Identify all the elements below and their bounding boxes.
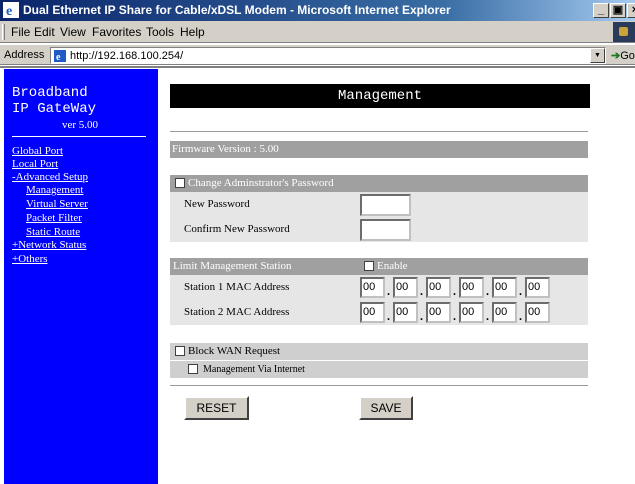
mac-separator: .	[519, 309, 522, 323]
management-via-internet-checkbox[interactable]	[188, 364, 198, 374]
brand-line-2: IP GateWay	[12, 101, 97, 117]
station1-mac-label: Station 1 MAC Address	[184, 281, 290, 293]
menu-favorites[interactable]: Favorites	[92, 25, 141, 39]
go-label: Go	[620, 50, 635, 62]
divider-top	[170, 131, 588, 133]
menu-view[interactable]: View	[60, 25, 86, 39]
station-section-header: Limit Management Station Enable	[170, 258, 588, 275]
brand-version: ver 5.00	[62, 119, 99, 131]
page-title: Management	[170, 84, 590, 108]
mac-separator: .	[453, 309, 456, 323]
change-password-checkbox[interactable]	[175, 178, 185, 188]
address-bar: Address e http://192.168.100.254/ ▼ ➔Go	[0, 44, 635, 65]
content-border	[0, 66, 635, 68]
sidebar-item-virtual-server[interactable]: Virtual Server	[26, 198, 88, 210]
management-via-internet-row: Management Via Internet	[170, 361, 588, 378]
station2-mac-octet-2[interactable]: 00	[393, 302, 418, 323]
station1-mac-octet-2[interactable]: 00	[393, 277, 418, 298]
station2-mac-octet-6[interactable]: 00	[525, 302, 550, 323]
windows-logo-icon	[613, 22, 635, 42]
sidebar-item-packet-filter[interactable]: Packet Filter	[26, 212, 82, 224]
toolbar-grip[interactable]	[2, 24, 5, 40]
confirm-password-input[interactable]	[360, 219, 411, 241]
go-button[interactable]: ➔Go	[611, 49, 635, 62]
firmware-version: Firmware Version : 5.00	[170, 141, 588, 158]
sidebar-item-network-status[interactable]: +Network Status	[12, 239, 86, 251]
station2-mac-octet-3[interactable]: 00	[426, 302, 451, 323]
enable-label: Enable	[377, 260, 408, 272]
block-wan-row: Block WAN Request	[170, 343, 588, 360]
station1-mac-octet-5[interactable]: 00	[492, 277, 517, 298]
enable-checkbox[interactable]	[364, 261, 374, 271]
management-via-internet-label: Management Via Internet	[203, 364, 305, 375]
sidebar: Broadband IP GateWay ver 5.00 Global Por…	[4, 69, 158, 484]
mac-separator: .	[453, 284, 456, 298]
station1-mac-octet-3[interactable]: 00	[426, 277, 451, 298]
station1-mac-octet-1[interactable]: 00	[360, 277, 385, 298]
station1-mac-row: Station 1 MAC Address 00 . 00 . 00 . 00 …	[170, 275, 588, 300]
svg-text:e: e	[56, 52, 61, 62]
station2-mac-octet-4[interactable]: 00	[459, 302, 484, 323]
limit-station-label: Limit Management Station	[173, 260, 292, 272]
sidebar-item-management[interactable]: Management	[26, 184, 83, 196]
block-wan-label: Block WAN Request	[188, 345, 281, 357]
new-password-label: New Password	[184, 198, 250, 210]
maximize-button[interactable]: ▣	[610, 3, 626, 18]
sidebar-item-advanced-setup[interactable]: -Advanced Setup	[12, 171, 88, 183]
address-url: http://192.168.100.254/	[70, 50, 184, 62]
divider-bottom	[170, 385, 588, 387]
sidebar-item-others[interactable]: +Others	[12, 253, 48, 265]
internet-explorer-icon: e	[3, 2, 19, 18]
new-password-row: New Password	[170, 192, 588, 217]
address-input[interactable]: e http://192.168.100.254/ ▼	[50, 47, 606, 64]
new-password-input[interactable]	[360, 194, 411, 216]
page-icon: e	[54, 50, 66, 62]
station2-mac-octet-1[interactable]: 00	[360, 302, 385, 323]
brand-line-1: Broadband	[12, 85, 88, 101]
mac-separator: .	[387, 284, 390, 298]
sidebar-item-static-route[interactable]: Static Route	[26, 226, 80, 238]
menu-bar: File Edit View Favorites Tools Help	[0, 21, 635, 43]
password-section-header: Change Adminstrator's Password	[170, 175, 588, 192]
close-button[interactable]: ×	[627, 3, 635, 18]
svg-text:e: e	[6, 4, 12, 18]
minimize-button[interactable]: _	[593, 3, 609, 18]
title-bar: e Dual Ethernet IP Share for Cable/xDSL …	[0, 0, 635, 21]
mac-separator: .	[486, 284, 489, 298]
sidebar-item-local-port[interactable]: Local Port	[12, 158, 58, 170]
station1-mac-octet-4[interactable]: 00	[459, 277, 484, 298]
mac-separator: .	[420, 284, 423, 298]
address-dropdown-button[interactable]: ▼	[590, 48, 605, 63]
sidebar-item-global-port[interactable]: Global Port	[12, 145, 63, 157]
address-label: Address	[4, 49, 45, 61]
menu-tools[interactable]: Tools	[146, 25, 174, 39]
confirm-password-label: Confirm New Password	[184, 223, 290, 235]
mac-separator: .	[387, 309, 390, 323]
station2-mac-octet-5[interactable]: 00	[492, 302, 517, 323]
go-arrow-icon: ➔	[611, 50, 621, 62]
menu-file[interactable]: File	[11, 25, 30, 39]
menu-edit[interactable]: Edit	[34, 25, 55, 39]
menu-help[interactable]: Help	[180, 25, 205, 39]
station1-mac-octet-6[interactable]: 00	[525, 277, 550, 298]
sidebar-divider	[12, 136, 146, 137]
mac-separator: .	[420, 309, 423, 323]
reset-button[interactable]: RESET	[184, 396, 249, 420]
change-password-label: Change Adminstrator's Password	[188, 177, 334, 189]
mac-separator: .	[519, 284, 522, 298]
station2-mac-label: Station 2 MAC Address	[184, 306, 290, 318]
save-button[interactable]: SAVE	[359, 396, 413, 420]
block-wan-checkbox[interactable]	[175, 346, 185, 356]
mac-separator: .	[486, 309, 489, 323]
confirm-password-row: Confirm New Password	[170, 217, 588, 242]
station2-mac-row: Station 2 MAC Address 00 . 00 . 00 . 00 …	[170, 300, 588, 325]
window-title: Dual Ethernet IP Share for Cable/xDSL Mo…	[23, 3, 451, 17]
brand-title: Broadband IP GateWay	[12, 85, 96, 117]
firmware-version-text: Firmware Version : 5.00	[172, 143, 279, 155]
